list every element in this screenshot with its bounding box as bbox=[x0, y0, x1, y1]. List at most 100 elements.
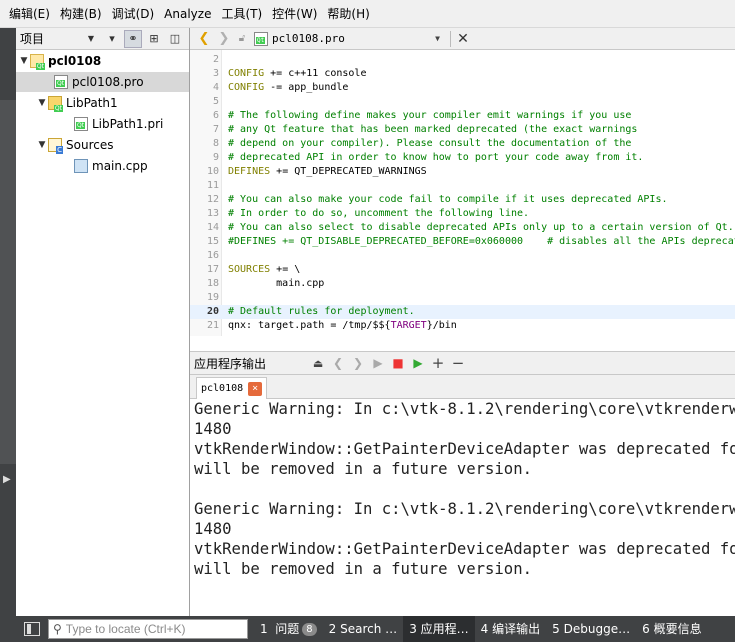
code-line: 2 bbox=[190, 53, 735, 67]
code-line: 8 # depend on your compiler). Please cons… bbox=[190, 137, 735, 151]
tree-item-sources[interactable]: ▼ Sources bbox=[36, 135, 113, 155]
line-number: 7 bbox=[212, 124, 219, 135]
output-tab-pcl0108[interactable]: pcl0108 × bbox=[196, 377, 268, 399]
tab-number: 1 bbox=[260, 622, 268, 636]
next-arrow-icon[interactable]: ❯ bbox=[348, 356, 368, 370]
code-token: # Default rules for deployment. bbox=[228, 306, 415, 317]
tree-item-libpath1[interactable]: ▼ LibPath1 bbox=[36, 93, 118, 113]
close-tab-icon[interactable]: × bbox=[248, 381, 263, 396]
menu-bar: 编辑(E) 构建(B) 调试(D) Analyze 工具(T) 控件(W) 帮助… bbox=[0, 0, 735, 28]
project-panel: 项目 ▼ ▾ ⚭ ⊞ ◫ ▼ pcl0108 pcl0108.pro ▼ Lib… bbox=[16, 28, 190, 616]
line-number: 19 bbox=[206, 292, 219, 303]
output-line: Generic Warning: In c:\vtk-8.1.2\renderi… bbox=[194, 500, 735, 518]
pro-file-icon bbox=[254, 31, 268, 46]
menu-build[interactable]: 构建(B) bbox=[55, 3, 107, 25]
line-number: 17 bbox=[206, 264, 219, 275]
dropdown-arrow-icon: ▼ bbox=[435, 34, 440, 43]
code-text: # Default rules for deployment. bbox=[228, 305, 415, 319]
open-documents-combo[interactable]: pcl0108.pro ▼ bbox=[250, 29, 446, 49]
code-text: # deprecated API in order to know how to… bbox=[228, 151, 643, 165]
pri-file-icon bbox=[74, 117, 88, 131]
code-text: SOURCES += \ bbox=[228, 263, 300, 277]
code-line: 4 CONFIG -= app_bundle bbox=[190, 81, 735, 95]
output-line: vtkRenderWindow::GetPainterDeviceAdapter… bbox=[194, 540, 735, 558]
menu-analyze[interactable]: Analyze bbox=[159, 3, 216, 25]
output-tab-debugger[interactable]: 5 Debugge… bbox=[546, 616, 636, 642]
code-token: += QT_DEPRECATED_WARNINGS bbox=[270, 166, 427, 177]
code-line: 18 main.cpp bbox=[190, 277, 735, 291]
forward-arrow-icon[interactable]: ❯ bbox=[214, 31, 234, 46]
qt-project-icon bbox=[30, 54, 45, 70]
rerun-icon[interactable]: ▶ bbox=[368, 356, 388, 370]
code-editor[interactable]: 2 3 CONFIG += c++11 console 4 CONFIG -= app_… bbox=[190, 50, 735, 336]
attach-icon[interactable]: ⏏ bbox=[308, 357, 328, 370]
output-line: will be removed in a future version. bbox=[194, 460, 532, 478]
output-pane-header: 应用程序输出 ⏏ ❮ ❯ ▶ ■ ▶ + − bbox=[190, 351, 735, 375]
collapse-arrow-icon[interactable]: ▼ bbox=[36, 93, 48, 113]
tab-number: 5 bbox=[552, 622, 560, 636]
menu-help[interactable]: 帮助(H) bbox=[322, 3, 374, 25]
back-arrow-icon[interactable]: ❮ bbox=[194, 31, 214, 46]
output-tab-general[interactable]: 6 概要信息 bbox=[636, 616, 707, 642]
output-pane-title: 应用程序输出 bbox=[194, 356, 267, 371]
code-text: qnx: target.path = /tmp/$${TARGET}/bin bbox=[228, 319, 457, 333]
locator-input[interactable]: ⚲ Type to locate (Ctrl+K) bbox=[48, 619, 248, 639]
zoom-out-icon[interactable]: − bbox=[448, 354, 468, 372]
menu-edit[interactable]: 编辑(E) bbox=[4, 3, 55, 25]
mode-selector-area[interactable] bbox=[0, 100, 16, 464]
line-number: 10 bbox=[206, 166, 219, 177]
code-token: # depend on your compiler). Please consu… bbox=[228, 138, 632, 149]
code-line: 7 # any Qt feature that has been marked d… bbox=[190, 123, 735, 137]
menu-tools[interactable]: 工具(T) bbox=[216, 3, 267, 25]
code-text: # The following define makes your compil… bbox=[228, 109, 631, 123]
debug-run-icon[interactable]: ▶ bbox=[408, 356, 428, 370]
project-view-selector[interactable]: 项目 bbox=[20, 30, 82, 47]
stop-icon[interactable]: ■ bbox=[388, 356, 408, 370]
tree-item-main-cpp[interactable]: main.cpp bbox=[74, 156, 148, 176]
line-number: 11 bbox=[206, 180, 219, 191]
zoom-in-icon[interactable]: + bbox=[428, 354, 448, 372]
expand-arrow-icon[interactable]: ▶ bbox=[3, 474, 11, 485]
link-icon[interactable]: ⚭ bbox=[124, 29, 142, 48]
code-line: 5 bbox=[190, 95, 735, 109]
menu-widgets[interactable]: 控件(W) bbox=[267, 3, 322, 25]
line-number: 5 bbox=[212, 96, 219, 107]
tree-item-project[interactable]: ▼ pcl0108 bbox=[18, 51, 101, 71]
collapse-arrow-icon[interactable]: ▼ bbox=[36, 135, 48, 155]
close-sidebar-icon[interactable]: ◫ bbox=[166, 30, 184, 48]
pro-file-icon bbox=[54, 75, 68, 89]
tab-label: Debugge… bbox=[563, 622, 631, 636]
code-token: }/bin bbox=[426, 320, 457, 331]
code-line: 17 SOURCES += \ bbox=[190, 263, 735, 277]
toggle-sidebar-icon[interactable] bbox=[24, 622, 40, 636]
prev-arrow-icon[interactable]: ❮ bbox=[328, 356, 348, 370]
filter-icon[interactable]: ▾ bbox=[103, 30, 121, 48]
code-token: # In order to do so, uncomment the follo… bbox=[228, 208, 530, 219]
view-dropdown-icon[interactable]: ▼ bbox=[82, 30, 100, 48]
menu-debug[interactable]: 调试(D) bbox=[107, 3, 160, 25]
output-tab-compile[interactable]: 4 编译输出 bbox=[475, 616, 546, 642]
split-icon[interactable]: ⊞ bbox=[145, 30, 163, 48]
tree-item-pri-file[interactable]: LibPath1.pri bbox=[74, 114, 163, 134]
output-line: 1480 bbox=[194, 420, 232, 438]
tab-number: 2 bbox=[328, 622, 337, 636]
output-tab-application[interactable]: 3 应用程… bbox=[403, 616, 475, 642]
code-line: 15 #DEFINES += QT_DISABLE_DEPRECATED_BEFO… bbox=[190, 235, 735, 249]
output-line: 1480 bbox=[194, 520, 232, 538]
code-line: 14 # You can also select to disable depre… bbox=[190, 221, 735, 235]
tab-number: 4 bbox=[480, 622, 489, 636]
output-tab-search[interactable]: 2 Search … bbox=[323, 616, 404, 642]
tab-label: 问题 bbox=[275, 622, 300, 636]
code-line: 12 # You can also make your code fail to … bbox=[190, 193, 735, 207]
collapse-arrow-icon[interactable]: ▼ bbox=[18, 51, 30, 71]
close-document-icon[interactable]: ✕ bbox=[455, 31, 471, 47]
code-text: # any Qt feature that has been marked de… bbox=[228, 123, 637, 137]
code-token: # You can also select to disable depreca… bbox=[228, 222, 734, 233]
output-tab-issues[interactable]: 1 问题 8 bbox=[254, 616, 323, 642]
application-output[interactable]: Generic Warning: In c:\vtk-8.1.2\renderi… bbox=[190, 399, 735, 616]
code-line: 11 bbox=[190, 179, 735, 193]
search-icon: ⚲ bbox=[53, 622, 62, 636]
tree-item-pro-file[interactable]: pcl0108.pro bbox=[16, 72, 189, 92]
cpp-file-icon bbox=[74, 159, 88, 173]
